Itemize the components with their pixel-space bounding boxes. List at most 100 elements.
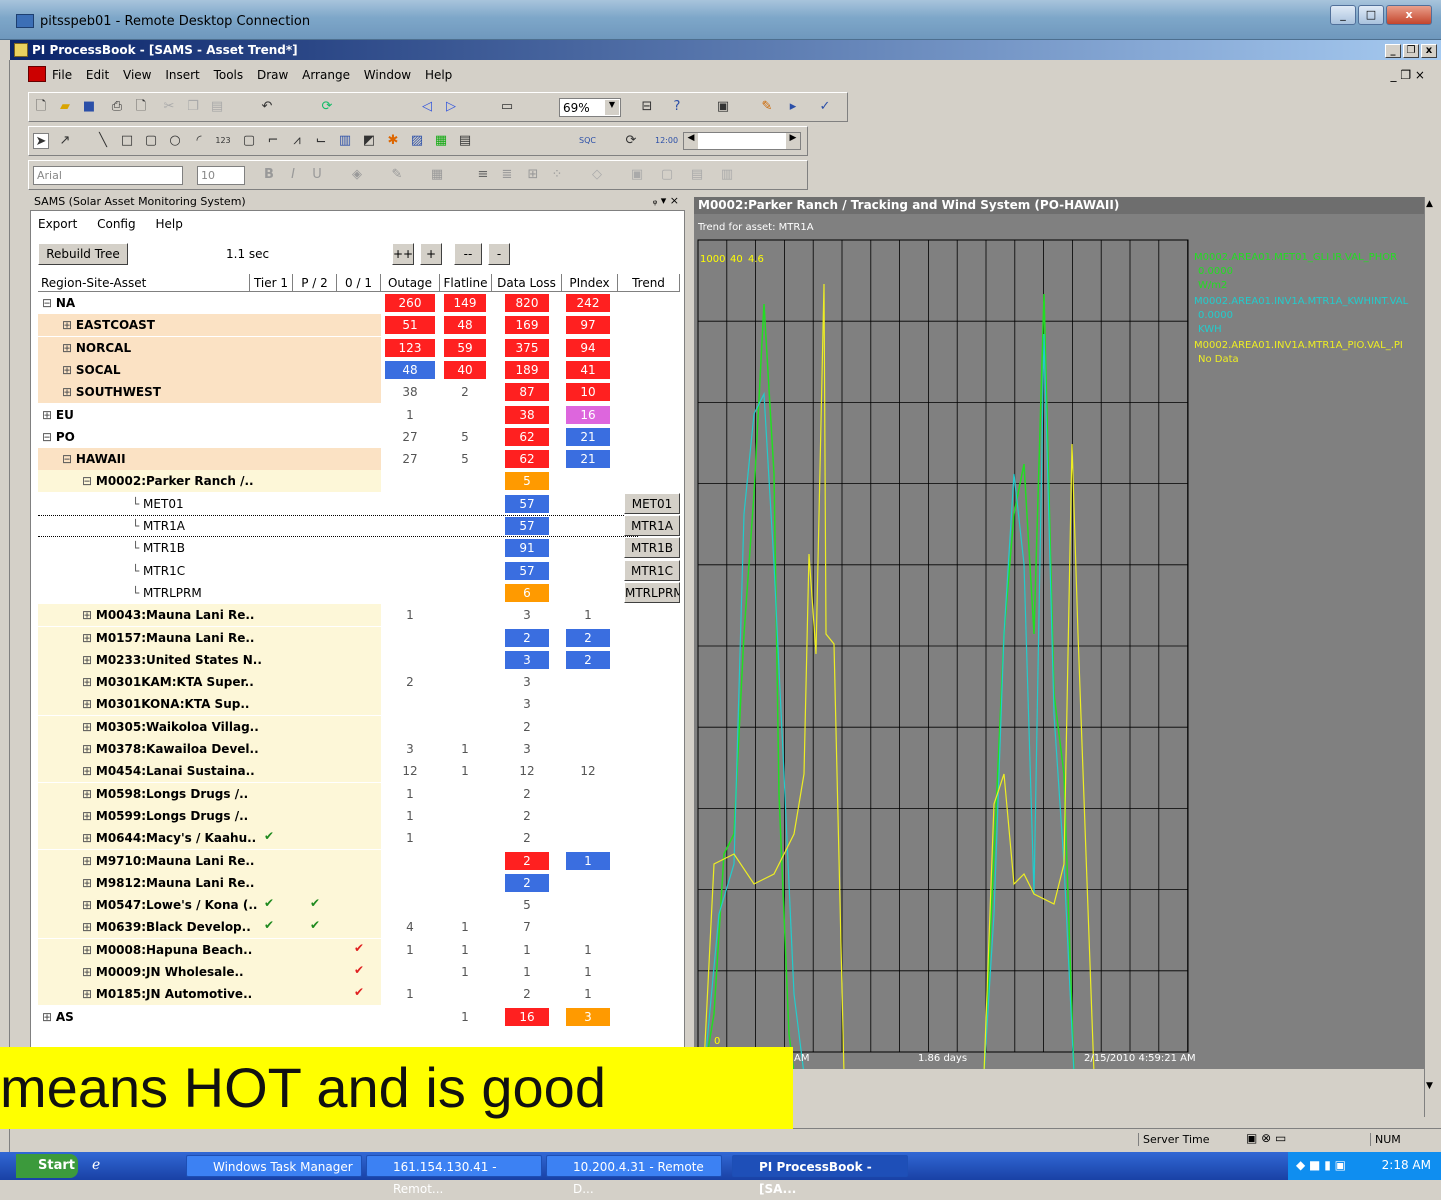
cell-dataloss[interactable]: 38: [505, 405, 549, 424]
row-label[interactable]: ⊟ HAWAII: [62, 448, 126, 470]
cell-dataloss[interactable]: 2: [505, 829, 549, 847]
display-icon[interactable]: ▣: [715, 99, 731, 115]
trend-button[interactable]: MTRLPRM: [624, 581, 680, 603]
image-icon[interactable]: ▨: [409, 133, 425, 149]
cell-dataloss[interactable]: 2: [505, 851, 549, 870]
cell-pindex[interactable]: 21: [566, 427, 610, 446]
font-size-select[interactable]: 10: [197, 166, 245, 185]
row-label[interactable]: ⊞ M0305:Waikoloa Villag..: [82, 716, 259, 738]
row-label[interactable]: ⊞ M0043:Mauna Lani Re..: [82, 604, 255, 626]
menu-edit[interactable]: Edit: [86, 68, 109, 82]
embed-icon[interactable]: ▦: [433, 133, 449, 149]
expand-icon[interactable]: ⊞: [82, 854, 96, 868]
bring-front-icon[interactable]: ▤: [689, 167, 705, 183]
new-icon[interactable]: 🗋: [33, 99, 49, 115]
table-row[interactable]: [38, 425, 381, 448]
font-color-icon[interactable]: ▦: [429, 167, 445, 183]
row-label[interactable]: ⊞ NORCAL: [62, 337, 131, 359]
vertical-scrollbar[interactable]: ▲ ▼: [1424, 197, 1438, 1117]
cell-flatline[interactable]: 5: [444, 428, 486, 446]
trend-button[interactable]: MTR1C: [624, 559, 680, 581]
cell-pindex[interactable]: 21: [566, 450, 610, 469]
font-name-select[interactable]: Arial: [33, 166, 183, 185]
expand-icon[interactable]: ⊞: [82, 720, 96, 734]
menu-help[interactable]: Help: [425, 68, 452, 82]
value-icon[interactable]: 123: [215, 133, 231, 149]
expand-icon[interactable]: ⊞: [82, 742, 96, 756]
scroll-up-icon[interactable]: ▲: [1426, 199, 1433, 209]
window-icon[interactable]: ⊟: [639, 99, 655, 115]
send-back-icon[interactable]: ▥: [719, 167, 735, 183]
cell-flatline[interactable]: 1: [444, 918, 486, 936]
cell-outage[interactable]: 1: [385, 785, 435, 803]
tray-icons[interactable]: ◆ ■ ▮ ▣: [1296, 1158, 1346, 1172]
polyline-icon[interactable]: ⌐: [265, 133, 281, 149]
align-icon[interactable]: ⊞: [525, 167, 541, 183]
collapse-all-button[interactable]: --: [454, 243, 482, 265]
design-icon[interactable]: ✓: [817, 99, 833, 115]
menu-view[interactable]: View: [123, 68, 151, 82]
cell-pindex[interactable]: 16: [566, 405, 610, 424]
row-label[interactable]: ⊞ M0547:Lowe's / Kona (..: [82, 894, 257, 916]
trend-button[interactable]: MTR1B: [624, 537, 680, 559]
trend-button[interactable]: MTR1A: [624, 515, 680, 536]
quicklaunch-icon[interactable]: ℯ: [92, 1157, 100, 1173]
print-icon[interactable]: ⎙: [109, 99, 125, 115]
rounded-rect-icon[interactable]: ▢: [143, 133, 159, 149]
cell-dataloss[interactable]: 62: [505, 450, 549, 469]
cell-dataloss[interactable]: 5: [505, 896, 549, 914]
expand-icon[interactable]: ⊞: [62, 363, 76, 377]
minimize-icon[interactable]: _: [1330, 5, 1356, 25]
line-icon[interactable]: ╲: [95, 133, 111, 149]
cell-outage[interactable]: 260: [385, 294, 435, 312]
cell-pindex[interactable]: 2: [566, 650, 610, 669]
cell-pindex[interactable]: 1: [566, 851, 610, 870]
row-label[interactable]: ⊞ M0157:Mauna Lani Re..: [82, 627, 255, 649]
task-remote-1[interactable]: 161.154.130.41 - Remot...: [366, 1155, 542, 1196]
arc-icon[interactable]: ◜: [191, 133, 207, 149]
trend-button[interactable]: MET01: [624, 492, 680, 514]
pane-menu-help[interactable]: Help: [155, 217, 182, 231]
col-pindex[interactable]: PIndex: [562, 274, 618, 292]
cell-dataloss[interactable]: 3: [505, 606, 549, 624]
rectangle-icon[interactable]: □: [119, 133, 135, 149]
table-icon[interactable]: ▤: [457, 133, 473, 149]
row-label[interactable]: ⊟ PO: [42, 426, 75, 448]
task-processbook[interactable]: PI ProcessBook - [SA...: [732, 1155, 908, 1196]
scroll-down-icon[interactable]: ▼: [1426, 1081, 1433, 1091]
collapse-button[interactable]: -: [488, 243, 510, 265]
sqc-icon[interactable]: SQC: [579, 133, 596, 149]
cell-pindex[interactable]: 3: [566, 1007, 610, 1026]
line-color-icon[interactable]: ✎: [389, 167, 405, 183]
expand-icon[interactable]: ⊞: [62, 318, 76, 332]
col-outage[interactable]: Outage: [381, 274, 440, 292]
cell-outage[interactable]: 27: [385, 428, 435, 446]
table-row[interactable]: [38, 1005, 381, 1028]
cell-dataloss[interactable]: 5: [505, 472, 549, 491]
row-label[interactable]: ⊞ M9812:Mauna Lani Re..: [82, 872, 255, 894]
col-tier1[interactable]: Tier 1: [250, 274, 293, 292]
italic-icon[interactable]: I: [285, 167, 301, 183]
expand-icon[interactable]: ⊞: [82, 898, 96, 912]
expand-icon[interactable]: ⊞: [62, 385, 76, 399]
cell-dataloss[interactable]: 820: [505, 294, 549, 312]
task-remote-2[interactable]: 10.200.4.31 - Remote D...: [546, 1155, 722, 1196]
line-style-icon[interactable]: ≡: [475, 167, 491, 183]
cell-dataloss[interactable]: 3: [505, 650, 549, 669]
expand-icon[interactable]: ⊞: [82, 920, 96, 934]
row-label[interactable]: └ MTR1C: [132, 560, 185, 582]
time-range-icon[interactable]: 12:00: [655, 133, 678, 149]
row-label[interactable]: ⊞ AS: [42, 1006, 74, 1028]
cell-dataloss[interactable]: 2: [505, 985, 549, 1003]
cell-outage[interactable]: 12: [385, 762, 435, 780]
trend-icon[interactable]: ⩘: [289, 133, 305, 149]
table-row[interactable]: [38, 537, 381, 560]
expand-all-button[interactable]: ++: [392, 243, 414, 265]
cell-dataloss[interactable]: 12: [505, 762, 549, 780]
expand-icon[interactable]: ⊞: [82, 943, 96, 957]
run-icon[interactable]: ▸: [785, 99, 801, 115]
cell-flatline[interactable]: 1: [444, 762, 486, 780]
task-windows-task-manager[interactable]: Windows Task Manager: [186, 1155, 362, 1177]
bar-icon[interactable]: ▥: [337, 133, 353, 149]
expand-icon[interactable]: ⊞: [82, 631, 96, 645]
